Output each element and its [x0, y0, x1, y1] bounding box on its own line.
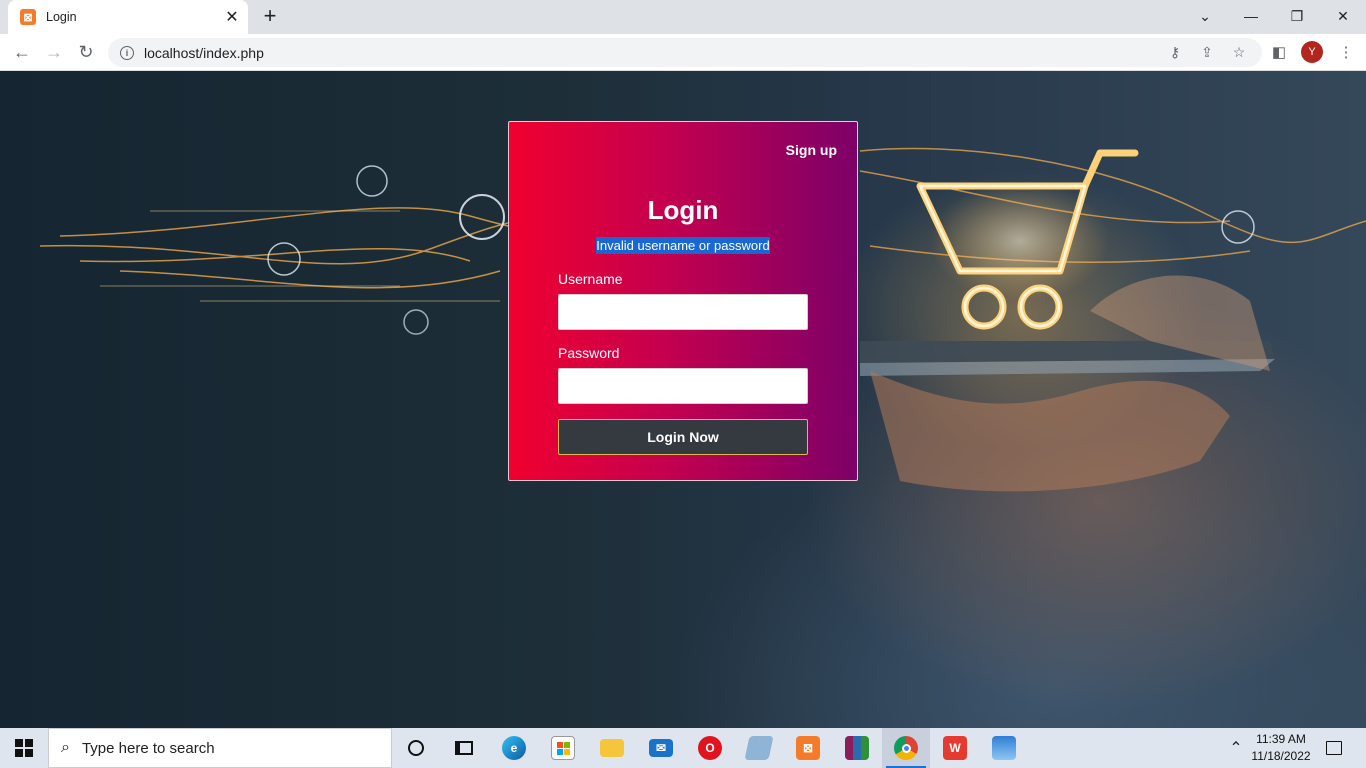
system-clock[interactable]: 11:39 AM 11/18/2022 [1244, 731, 1318, 765]
password-input[interactable] [558, 368, 808, 404]
new-tab-button[interactable]: + [258, 5, 282, 28]
taskbar: ⌕ Type here to search e ✉ O ⊠ W ⌃ 11:39 … [0, 728, 1366, 768]
notifications-icon[interactable] [1318, 728, 1350, 768]
cortana-icon[interactable] [392, 728, 440, 768]
notepad-icon[interactable] [735, 728, 783, 768]
password-label: Password [558, 345, 620, 361]
error-message-text: Invalid username or password [596, 237, 770, 254]
wps-icon[interactable]: W [931, 728, 979, 768]
reload-button[interactable]: ↻ [72, 38, 100, 66]
bookmark-star-icon[interactable]: ☆ [1226, 38, 1252, 67]
login-button[interactable]: Login Now [558, 419, 808, 455]
search-icon: ⌕ [61, 739, 70, 756]
photos-icon[interactable] [980, 728, 1028, 768]
browser-tab[interactable]: ⊠ Login ✕ [8, 0, 248, 34]
login-card: Sign up Login Invalid username or passwo… [508, 121, 858, 481]
close-tab-icon[interactable]: ✕ [222, 7, 242, 27]
login-heading: Login [647, 195, 719, 225]
winrar-icon[interactable] [833, 728, 881, 768]
mail-icon[interactable]: ✉ [637, 728, 685, 768]
tab-title: Login [46, 10, 77, 24]
opera-icon[interactable]: O [686, 728, 734, 768]
taskbar-search-box[interactable]: ⌕ Type here to search [48, 728, 392, 768]
edge-icon[interactable]: e [490, 728, 538, 768]
back-button[interactable]: ← [8, 38, 36, 66]
file-explorer-icon[interactable] [588, 728, 636, 768]
username-label: Username [558, 271, 623, 287]
chrome-icon[interactable] [882, 728, 930, 768]
tab-search-icon[interactable]: ⌄ [1182, 0, 1228, 32]
site-info-icon[interactable]: i [120, 45, 134, 60]
browser-tabstrip: ⊠ Login ✕ + ⌄ — ❐ ✕ [0, 0, 1366, 34]
profile-avatar[interactable]: Y [1301, 41, 1323, 63]
username-input[interactable] [558, 294, 808, 330]
forward-button[interactable]: → [40, 38, 68, 66]
store-icon[interactable] [539, 728, 587, 768]
clock-date: 11/18/2022 [1251, 749, 1311, 763]
windows-start-icon[interactable] [0, 728, 48, 768]
clock-time: 11:39 AM [1256, 732, 1306, 746]
browser-toolbar: ← → ↻ i localhost/index.php ⚷ ⇪ ☆ ◧ Y ⋮ [0, 34, 1366, 71]
taskbar-search-placeholder: Type here to search [81, 739, 215, 757]
restore-button[interactable]: ❐ [1274, 0, 1320, 32]
url-text[interactable]: localhost/index.php [144, 45, 264, 61]
xampp-icon: ⊠ [20, 9, 36, 25]
menu-icon[interactable]: ⋮ [1332, 38, 1360, 66]
xampp-taskbar-icon[interactable]: ⊠ [784, 728, 832, 768]
close-window-button[interactable]: ✕ [1320, 0, 1366, 32]
task-view-icon[interactable] [440, 728, 488, 768]
page-viewport: Sign up Login Invalid username or passwo… [0, 71, 1366, 728]
side-panel-icon[interactable]: ◧ [1265, 38, 1293, 66]
address-bar[interactable]: i localhost/index.php ⚷ ⇪ ☆ [108, 38, 1262, 67]
signup-link[interactable]: Sign up [786, 142, 837, 158]
key-icon[interactable]: ⚷ [1162, 38, 1188, 67]
minimize-button[interactable]: — [1228, 0, 1274, 32]
error-message: Invalid username or password [509, 237, 857, 254]
share-icon[interactable]: ⇪ [1194, 38, 1220, 67]
